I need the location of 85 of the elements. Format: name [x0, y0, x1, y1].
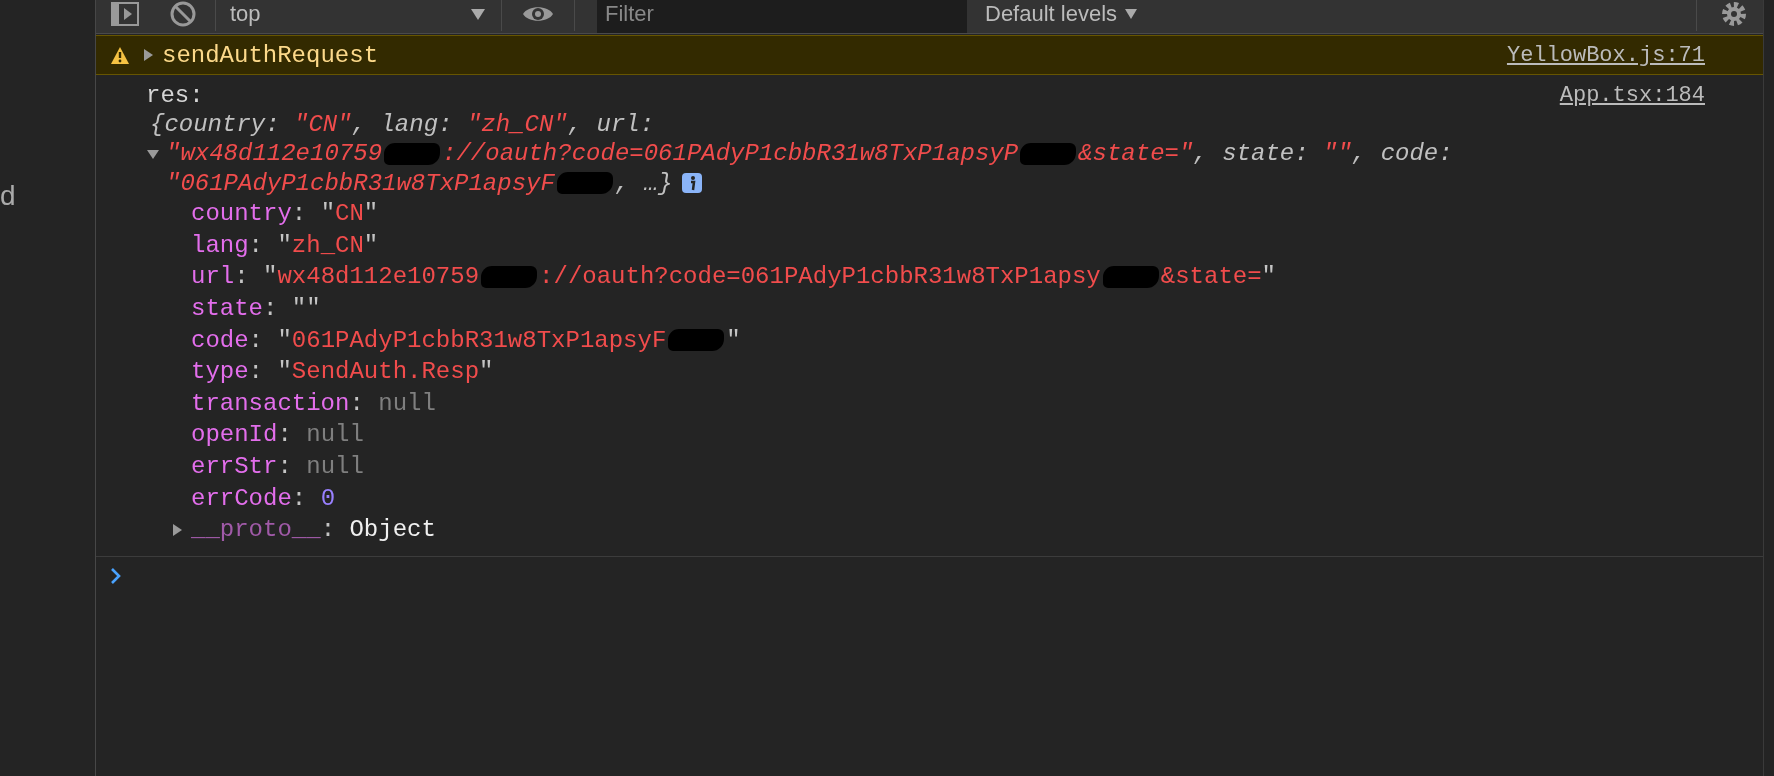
punctuation: " — [726, 325, 741, 356]
levels-dropdown[interactable]: Default levels — [985, 1, 1138, 27]
settings-icon[interactable] — [1719, 0, 1749, 29]
property-key: state — [1222, 139, 1295, 169]
string-value: ://oauth?code=061PAdyP1cbbR31w8TxP1apsyP — [442, 139, 1019, 169]
string-value: "wx48d112e10759 — [166, 139, 383, 169]
property-key: lang — [191, 229, 249, 262]
punctuation: " — [363, 199, 379, 230]
string-value: "061PAdyP1cbbR31w8TxP1apsyF — [166, 168, 555, 199]
punctuation: : — [320, 515, 337, 546]
punctuation: : — [291, 483, 308, 514]
redaction-mark — [1102, 266, 1159, 289]
property-key: transaction — [191, 387, 350, 420]
property-key: type — [191, 356, 249, 388]
punctuation: : — [1294, 139, 1310, 169]
redaction-mark — [384, 143, 441, 166]
punctuation: : — [277, 451, 293, 482]
punctuation: , …} — [614, 168, 673, 199]
string-value: wx48d112e10759 — [277, 262, 480, 293]
property-key: __proto__ — [191, 514, 321, 546]
punctuation: : " — [291, 199, 336, 230]
string-value: ://oauth?code=061PAdyP1cbbR31w8TxP1apsy — [539, 262, 1101, 293]
context-dropdown[interactable]: top — [230, 1, 485, 27]
punctuation: , — [567, 110, 584, 140]
property-key: code — [191, 324, 249, 357]
panel-text: d — [0, 180, 17, 212]
punctuation: : " — [234, 262, 278, 293]
property-key: country — [164, 110, 266, 140]
punctuation: " — [363, 230, 379, 261]
warning-message[interactable]: sendAuthRequest YellowBox.js:71 — [96, 35, 1763, 75]
property-key: openId — [191, 419, 278, 451]
redaction-mark — [1020, 143, 1077, 166]
property-key: errCode — [191, 482, 292, 515]
property-key: errStr — [191, 450, 278, 483]
property-key: url — [191, 261, 235, 293]
redaction-mark — [668, 329, 725, 352]
string-value: zh_CN — [291, 230, 364, 261]
string-value: "CN" — [294, 110, 352, 140]
message-text: sendAuthRequest — [162, 41, 379, 69]
string-value: "zh_CN" — [466, 110, 568, 140]
punctuation: { — [150, 110, 165, 140]
info-icon — [682, 173, 703, 194]
property-key: state — [191, 292, 263, 325]
source-link[interactable]: App.tsx:184 — [1559, 83, 1705, 108]
property-key: code — [1380, 139, 1439, 169]
warning-icon — [110, 45, 130, 65]
punctuation: : — [1438, 139, 1453, 169]
caret-icon — [1125, 9, 1138, 19]
punctuation: , — [1351, 139, 1368, 169]
log-label: res: — [146, 81, 204, 110]
punctuation: " — [479, 357, 494, 388]
clear-console-icon[interactable] — [169, 0, 197, 28]
punctuation: , — [351, 110, 368, 140]
punctuation: : " — [248, 325, 292, 356]
filter-field[interactable]: Filter — [597, 0, 967, 33]
punctuation: : — [438, 110, 454, 140]
sidebar-toggle-icon[interactable] — [111, 0, 139, 28]
redaction-mark — [556, 172, 613, 195]
punctuation: : " — [248, 357, 292, 388]
string-value: 061PAdyP1cbbR31w8TxP1apsyF — [291, 325, 667, 356]
string-value: &state=" — [1078, 139, 1194, 169]
property-key: url — [596, 110, 640, 140]
punctuation: : — [349, 388, 365, 419]
prompt-chevron-icon — [110, 566, 122, 585]
string-value: CN — [335, 199, 364, 230]
property-key: lang — [380, 110, 439, 140]
punctuation: " — [1261, 262, 1276, 293]
null-value: null — [306, 420, 364, 451]
punctuation: : "" — [263, 293, 321, 324]
punctuation: : — [277, 420, 293, 451]
punctuation: : — [639, 110, 655, 140]
string-value: &state= — [1160, 262, 1262, 293]
punctuation: : " — [248, 230, 292, 261]
string-value: SendAuth.Resp — [291, 357, 480, 388]
punctuation: : — [265, 110, 281, 140]
property-key: country — [191, 198, 292, 230]
redaction-mark — [481, 266, 538, 289]
null-value: null — [306, 451, 364, 482]
source-link[interactable]: YellowBox.js:71 — [1506, 42, 1705, 68]
object-type: Object — [349, 515, 436, 546]
caret-icon — [471, 8, 485, 20]
punctuation: , — [1193, 139, 1209, 169]
null-value: null — [378, 388, 436, 419]
number-value: 0 — [320, 483, 336, 514]
string-value: "" — [1323, 139, 1352, 169]
